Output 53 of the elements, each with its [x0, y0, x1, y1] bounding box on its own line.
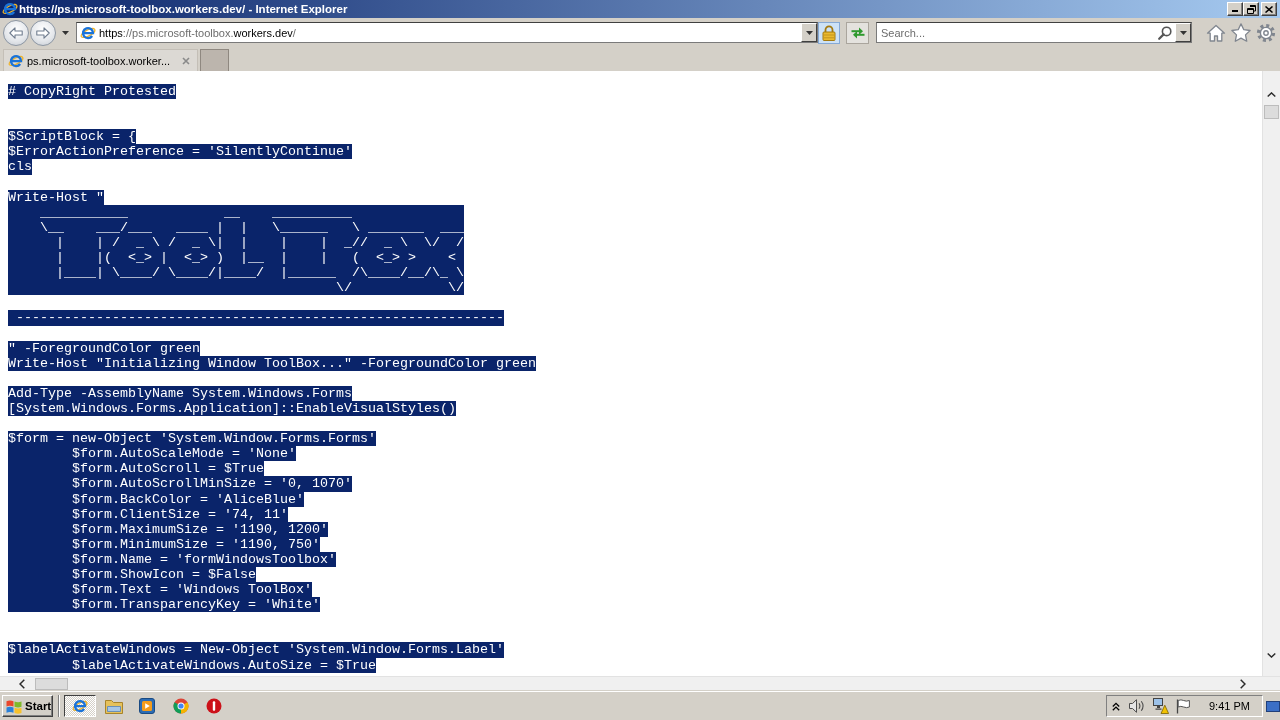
minimize-icon: [1232, 10, 1238, 12]
caret-icon: [1179, 30, 1187, 35]
caret-icon: [805, 30, 813, 35]
address-field[interactable]: https://ps.microsoft-toolbox.workers.dev/: [76, 22, 818, 43]
close-icon: [1265, 5, 1273, 13]
scroll-left-icon[interactable]: [19, 678, 25, 689]
start-button[interactable]: Start: [2, 695, 53, 717]
vertical-scrollbar[interactable]: [1262, 71, 1280, 676]
segmented-circle-icon: [172, 698, 189, 714]
restore-icon: [1246, 4, 1256, 14]
minimize-button[interactable]: [1227, 2, 1243, 16]
e-logo-icon: [2, 1, 18, 17]
flag-icon[interactable]: [1176, 698, 1190, 714]
close-button[interactable]: [1261, 2, 1277, 16]
scroll-up-icon[interactable]: [1267, 92, 1276, 97]
ascii-art-banner: ___________ __ __________ \__ ___/___ ____ | | \______ \ _______ ___ | | / _ \ / _ \| | | | _// _ \ \/ / | |( <_> | <_> ) |__ | | ( <_> > < |____| \____/ \____/|____/ |______ /\____/__/\_ \ \/ \/: [8, 204, 464, 296]
play-icon: [139, 698, 155, 714]
circle-bar-icon: [206, 698, 222, 714]
scroll-thumb[interactable]: [1264, 105, 1279, 119]
search-icon[interactable]: [1158, 25, 1172, 40]
two-arrows-icon: [849, 25, 866, 40]
star-icon[interactable]: [1231, 23, 1251, 42]
home-icon[interactable]: [1206, 23, 1226, 42]
e-logo-icon: [80, 24, 96, 41]
window-title: https://ps.microsoft-toolbox.workers.dev/ - Internet Explorer: [19, 3, 348, 15]
search-dropdown-button[interactable]: [1175, 23, 1191, 42]
clock: 9:41 PM: [1209, 700, 1250, 712]
desktop-icon[interactable]: [1266, 700, 1280, 712]
e-logo-icon: [72, 698, 88, 714]
taskbar-button[interactable]: [64, 695, 96, 717]
start-logo-icon: [6, 698, 22, 714]
scroll-thumb[interactable]: [35, 677, 68, 690]
search-input[interactable]: Search...: [877, 24, 1158, 41]
forward-arrow-icon: [36, 26, 50, 39]
padlock-icon: [822, 24, 836, 41]
address-dropdown-button[interactable]: [801, 23, 817, 42]
horizontal-scrollbar[interactable]: [0, 676, 1280, 690]
browser-tab[interactable]: ps.microsoft-toolbox.worker...: [3, 49, 198, 71]
back-arrow-icon: [9, 26, 23, 39]
caret-icon: [61, 30, 69, 35]
scroll-right-icon[interactable]: [1240, 678, 1246, 689]
scroll-down-icon[interactable]: [1267, 653, 1276, 658]
back-button[interactable]: [3, 19, 29, 46]
speaker-icon[interactable]: [1129, 699, 1145, 713]
url-text: https://ps.microsoft-toolbox.workers.dev/: [99, 26, 296, 39]
folder-icon: [104, 698, 123, 714]
e-logo-icon: [8, 52, 24, 69]
chevron-up-icon[interactable]: [1112, 701, 1120, 711]
monitor-warning-icon[interactable]: [1153, 698, 1169, 714]
restore-button[interactable]: [1243, 2, 1259, 16]
search-field[interactable]: Search...: [876, 22, 1192, 43]
settings-icon[interactable]: [1256, 22, 1276, 43]
refresh-button[interactable]: [846, 21, 869, 44]
